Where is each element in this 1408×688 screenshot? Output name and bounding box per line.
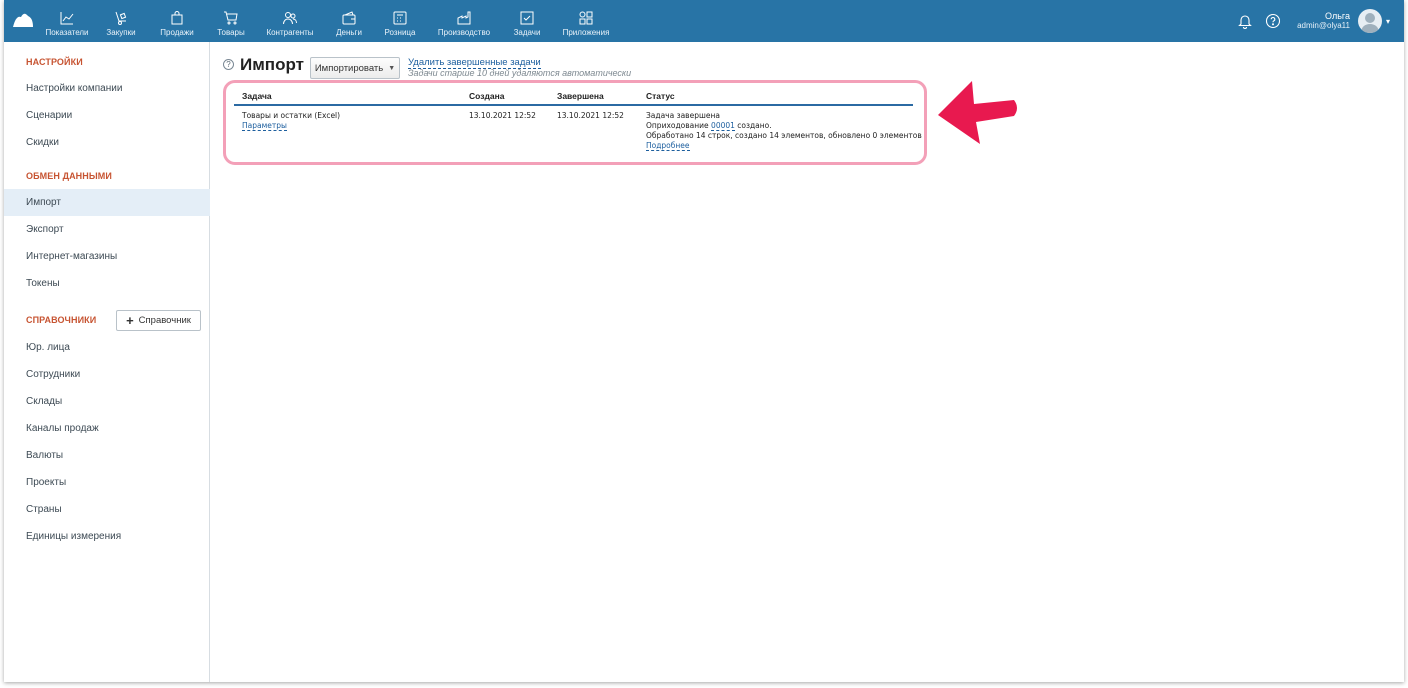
user-email: admin@olya11: [1297, 21, 1350, 30]
annotation-arrow-icon: [938, 81, 1017, 144]
plus-icon: +: [126, 312, 134, 328]
sidebar-item-warehouses[interactable]: Склады: [4, 388, 210, 415]
column-header-finished[interactable]: Завершена: [557, 91, 604, 101]
sidebar-item-discounts[interactable]: Скидки: [4, 129, 210, 156]
nav-item-sales[interactable]: Продажи: [148, 0, 206, 42]
nav-item-money[interactable]: Деньги: [324, 0, 374, 42]
sidebar-item-countries[interactable]: Страны: [4, 496, 210, 523]
app-window: Показатели Закупки Продажи Товары Контра…: [4, 0, 1404, 682]
page-title: Импорт: [240, 55, 304, 74]
sidebar-item-units[interactable]: Единицы измерения: [4, 523, 210, 550]
status-summary: Обработано 14 строк, создано 14 элементо…: [646, 131, 922, 140]
table-row: Товары и остатки (Excel) Параметры 13.10…: [234, 106, 922, 154]
tasks-table: Задача Создана Завершена Статус Товары и…: [234, 89, 922, 154]
nav-label: Деньги: [336, 28, 362, 37]
status-text: Задача завершена: [646, 111, 720, 120]
main-nav: Показатели Закупки Продажи Товары Контра…: [40, 0, 620, 42]
avatar[interactable]: [1357, 9, 1382, 33]
nav-label: Показатели: [45, 28, 89, 37]
column-header-status[interactable]: Статус: [646, 91, 675, 101]
wallet-icon: [342, 11, 356, 25]
chevron-down-icon[interactable]: ▾: [1386, 17, 1390, 26]
column-header-task[interactable]: Задача: [242, 91, 272, 101]
nav-item-contractors[interactable]: Контрагенты: [256, 0, 324, 42]
dolly-icon: [115, 11, 127, 25]
chart-line-icon: [60, 12, 74, 25]
auto-delete-note: Задачи старше 10 дней удаляются автомати…: [408, 68, 632, 78]
parameters-link[interactable]: Параметры: [242, 121, 287, 131]
sidebar-item-company-settings[interactable]: Настройки компании: [4, 75, 210, 102]
status-cell: Задача завершена Оприходование 00001 соз…: [646, 111, 922, 151]
nav-label: Производство: [437, 28, 491, 37]
column-header-created[interactable]: Создана: [469, 91, 504, 101]
nav-item-apps[interactable]: Приложения: [552, 0, 620, 42]
logo-icon[interactable]: [12, 11, 34, 29]
nav-label: Контрагенты: [266, 28, 314, 37]
cart-icon: [224, 11, 238, 25]
import-button-label: Импортировать: [314, 62, 384, 74]
finished-cell: 13.10.2021 12:52: [557, 111, 624, 120]
nav-label: Товары: [217, 28, 245, 37]
sidebar: НАСТРОЙКИ Настройки компании Сценарии Ск…: [4, 42, 210, 682]
sidebar-item-online-stores[interactable]: Интернет-магазины: [4, 243, 210, 270]
apps-grid-icon: [579, 11, 593, 25]
user-menu[interactable]: Ольга admin@olya11: [1297, 11, 1350, 31]
sidebar-item-employees[interactable]: Сотрудники: [4, 361, 210, 388]
user-silhouette-icon: [1360, 13, 1379, 33]
nav-label: Закупки: [106, 28, 136, 37]
nav-label: Продажи: [160, 28, 194, 37]
created-cell: 13.10.2021 12:52: [469, 111, 536, 120]
sidebar-item-export[interactable]: Экспорт: [4, 216, 210, 243]
shopping-bag-icon: [171, 11, 183, 25]
nav-item-retail[interactable]: Розница: [374, 0, 426, 42]
sidebar-item-import[interactable]: Импорт: [4, 189, 210, 216]
nav-label: Розница: [384, 28, 416, 37]
sidebar-item-legal-entities[interactable]: Юр. лица: [4, 334, 210, 361]
nav-item-goods[interactable]: Товары: [206, 0, 256, 42]
table-header: Задача Создана Завершена Статус: [234, 89, 913, 106]
chevron-down-icon: ▼: [388, 64, 396, 72]
add-reference-button[interactable]: + Справочник: [116, 310, 201, 331]
top-right-controls: Ольга admin@olya11 ▾: [1237, 0, 1390, 42]
help-circle-icon[interactable]: [1265, 13, 1281, 29]
sidebar-section-settings: НАСТРОЙКИ: [26, 57, 83, 67]
details-link[interactable]: Подробнее: [646, 141, 690, 151]
sidebar-item-scenarios[interactable]: Сценарии: [4, 102, 210, 129]
status-document-line: Оприходование 00001 создано.: [646, 121, 922, 131]
main-content: ? Импорт Импортировать ▼ Удалить заверше…: [211, 42, 1404, 682]
sidebar-item-projects[interactable]: Проекты: [4, 469, 210, 496]
cash-register-icon: [393, 11, 407, 25]
sidebar-item-sales-channels[interactable]: Каналы продаж: [4, 415, 210, 442]
nav-item-production[interactable]: Производство: [426, 0, 502, 42]
user-name: Ольга: [1325, 11, 1350, 21]
add-reference-label: Справочник: [138, 315, 191, 326]
document-number-link[interactable]: 00001: [711, 121, 735, 131]
nav-item-purchases[interactable]: Закупки: [94, 0, 148, 42]
status-document-prefix: Оприходование: [646, 121, 712, 130]
help-icon[interactable]: ?: [223, 59, 234, 70]
sidebar-section-exchange: ОБМЕН ДАННЫМИ: [26, 171, 112, 181]
nav-label: Задачи: [513, 28, 541, 37]
task-name: Товары и остатки (Excel): [242, 111, 341, 120]
nav-label: Приложения: [562, 28, 610, 37]
status-document-suffix: создано.: [734, 121, 772, 130]
bell-icon[interactable]: [1237, 13, 1253, 29]
factory-icon: [457, 11, 471, 25]
nav-item-indicators[interactable]: Показатели: [40, 0, 94, 42]
sidebar-section-references: СПРАВОЧНИКИ: [26, 315, 97, 325]
sidebar-item-currencies[interactable]: Валюты: [4, 442, 210, 469]
top-navigation-bar: Показатели Закупки Продажи Товары Контра…: [4, 0, 1404, 42]
task-check-icon: [520, 11, 534, 25]
sidebar-item-tokens[interactable]: Токены: [4, 270, 210, 297]
import-button[interactable]: Импортировать ▼: [310, 57, 400, 79]
nav-item-tasks[interactable]: Задачи: [502, 0, 552, 42]
task-cell: Товары и остатки (Excel) Параметры: [242, 111, 340, 131]
people-icon: [283, 12, 297, 25]
